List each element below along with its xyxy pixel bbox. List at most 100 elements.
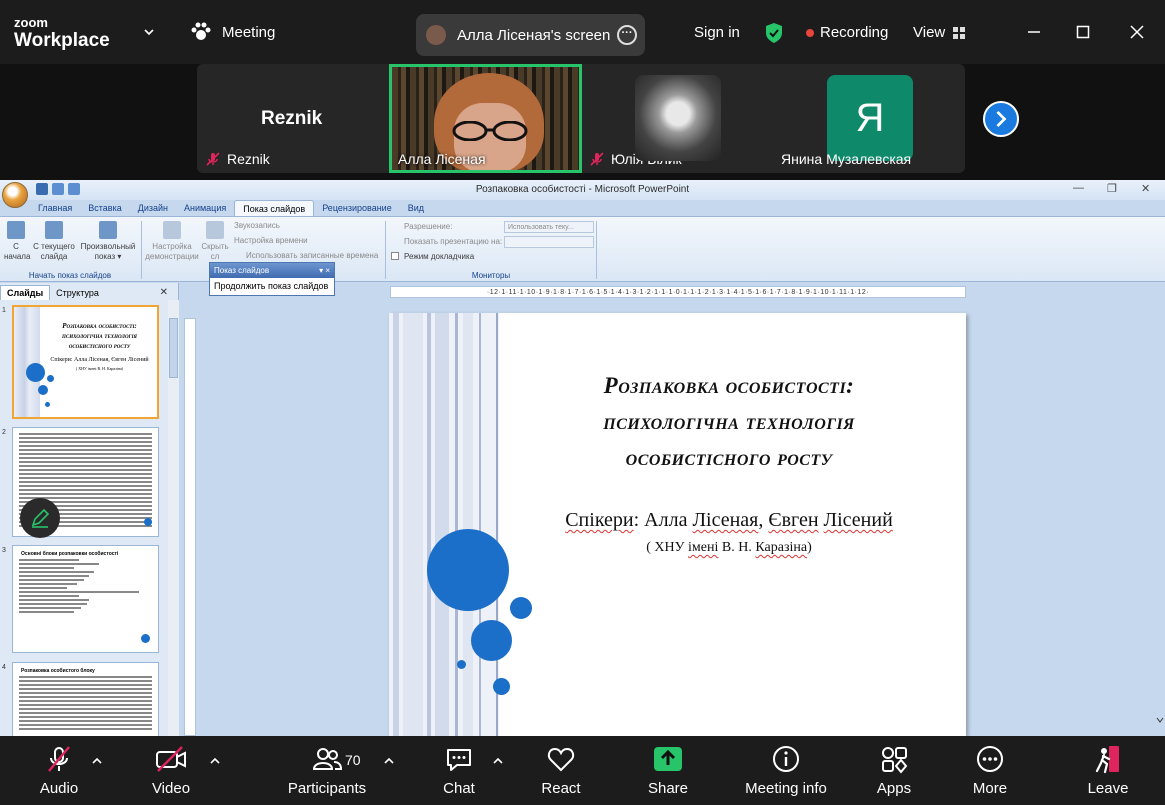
screen-share-pill[interactable]: Алла Лісеная's screen ···: [416, 14, 645, 56]
popup-close-icon[interactable]: ▾ ×: [319, 263, 330, 278]
record-narration-button[interactable]: Звукозапись: [234, 221, 280, 230]
thumb-circle: [45, 402, 50, 407]
tab-design[interactable]: Дизайн: [130, 200, 176, 217]
audio-button[interactable]: Audio: [34, 744, 84, 797]
minimize-icon[interactable]: [1022, 20, 1046, 44]
popup-header: Показ слайдов ▾ ×: [210, 263, 334, 278]
custom-label-1: Произвольный: [80, 242, 136, 251]
pen-icon: [31, 508, 50, 528]
continue-slideshow-link[interactable]: Продолжить показ слайдов: [210, 278, 334, 294]
video-options-caret-icon[interactable]: [209, 756, 221, 766]
office-button-icon[interactable]: [2, 182, 28, 208]
tab-slide-show[interactable]: Показ слайдов: [234, 200, 315, 217]
presenter-avatar: [426, 25, 446, 45]
from-beginning-button[interactable]: С начала: [4, 221, 31, 261]
from-start-label-1: С: [13, 242, 19, 251]
slide-title-line-2: психологічна технологія: [603, 409, 855, 434]
from-start-label-2: начала: [4, 251, 31, 261]
rehearse-timings-button[interactable]: Настройка времени: [234, 236, 308, 245]
hide-slide-button[interactable]: Скрыть сл: [200, 221, 230, 261]
speaker1-lastname: Лісеная: [692, 509, 759, 531]
view-button[interactable]: View: [913, 24, 966, 41]
leave-button[interactable]: Leave: [1086, 744, 1130, 797]
security-shield-icon[interactable]: [764, 22, 784, 44]
chat-options-caret-icon[interactable]: [492, 756, 504, 766]
meeting-info-button[interactable]: Meeting info: [742, 744, 830, 797]
tab-slides[interactable]: Слайды: [0, 285, 51, 300]
next-page-arrow-icon[interactable]: [983, 101, 1019, 137]
ppt-minimize-icon[interactable]: —: [1073, 182, 1084, 194]
thumb-title-line: Розпаковка особистості:: [62, 322, 137, 330]
view-label: View: [913, 24, 946, 41]
vertical-ruler: [184, 318, 196, 736]
slide-canvas[interactable]: Розпаковка особистості: психологічна тех…: [389, 313, 966, 736]
react-button[interactable]: React: [538, 744, 584, 797]
participant-tile-yanina[interactable]: Янина Музалевская: [775, 64, 965, 173]
participant-tile-active-speaker[interactable]: Алла Лісеная: [389, 64, 582, 173]
pane-tabs: Слайды Структура ✕: [0, 283, 178, 300]
presenter-view-checkbox[interactable]: [391, 252, 399, 260]
more-options-icon[interactable]: ···: [617, 25, 637, 45]
ppt-close-icon[interactable]: ✕: [1141, 182, 1150, 195]
decor-circle: [493, 678, 510, 695]
show-on-dropdown[interactable]: [504, 236, 594, 248]
scrollbar-thumb[interactable]: [169, 318, 178, 378]
participant-name: Янина Музалевская: [781, 151, 912, 167]
slides-pane-scrollbar[interactable]: [168, 300, 179, 736]
thumb-speakers: Спікери: Алла Лісеная, Євген Лісений: [50, 357, 149, 363]
zoom-logo: zoom Workplace: [14, 16, 110, 50]
popup-title: Показ слайдов: [214, 266, 270, 275]
from-current-button[interactable]: С текущего слайда: [32, 221, 76, 261]
resolution-dropdown[interactable]: Использовать теку...: [504, 221, 594, 233]
share-button[interactable]: Share: [644, 744, 692, 797]
speakers-text: : Алла: [633, 509, 693, 531]
thumb-circle: [38, 385, 48, 395]
tab-insert[interactable]: Вставка: [80, 200, 129, 217]
info-icon: [773, 746, 799, 772]
video-button[interactable]: Video: [146, 744, 196, 797]
slide-thumbnail-1[interactable]: Розпаковка особистості: психологічна тех…: [12, 305, 159, 419]
tab-review[interactable]: Рецензирование: [314, 200, 400, 217]
chat-icon: [447, 749, 471, 771]
recording-indicator[interactable]: Recording: [806, 24, 888, 41]
tab-outline[interactable]: Структура: [50, 286, 105, 300]
decor-circle-small: [457, 660, 466, 669]
hide-label-2: сл: [210, 251, 220, 261]
slide-thumbnail-4[interactable]: Розпаковка особистого блоку: [12, 662, 159, 736]
participant-name-tag: Reznik: [205, 151, 270, 167]
meeting-button[interactable]: Meeting: [190, 22, 275, 42]
custom-show-button[interactable]: Произвольный показ ▾: [80, 221, 136, 261]
use-timings-checkbox[interactable]: Использовать записанные времена: [246, 251, 378, 260]
logo-line1: zoom: [14, 15, 48, 30]
chevron-down-icon[interactable]: [143, 26, 155, 38]
slide-thumbnail-3[interactable]: Основні блоки розпаковки особистості: [12, 545, 159, 653]
participant-photo: [635, 75, 721, 161]
ribbon: С начала С текущего слайда Произвольный …: [0, 216, 1165, 282]
participant-tile-reznik[interactable]: Reznik Reznik: [197, 64, 389, 173]
decor-circle: [510, 597, 532, 619]
shared-screen-powerpoint: Розпаковка особистості - Microsoft Power…: [0, 180, 1165, 736]
org-part: ): [807, 540, 812, 555]
tab-animation[interactable]: Анимация: [176, 200, 234, 217]
sign-in-link[interactable]: Sign in: [694, 24, 740, 41]
participants-options-caret-icon[interactable]: [383, 756, 395, 766]
more-icon: [977, 746, 1003, 772]
mic-muted-icon: [48, 746, 70, 772]
audio-options-caret-icon[interactable]: [91, 756, 103, 766]
chat-button[interactable]: Chat: [438, 744, 480, 797]
annotate-pen-button[interactable]: [20, 498, 60, 538]
slide-number: 4: [2, 664, 6, 671]
tab-home[interactable]: Главная: [30, 200, 80, 217]
ppt-restore-icon[interactable]: ❐: [1107, 182, 1117, 195]
close-icon[interactable]: [1125, 20, 1149, 44]
maximize-icon[interactable]: [1071, 20, 1095, 44]
share-screen-icon: [654, 747, 682, 771]
more-button[interactable]: More: [970, 744, 1010, 797]
slide-title-line-1: Розпаковка особистості:: [603, 373, 855, 398]
tab-view[interactable]: Вид: [400, 200, 432, 217]
participants-label: Participants: [287, 780, 367, 797]
setup-show-button[interactable]: Настройка демонстрации: [144, 221, 200, 261]
apps-button[interactable]: Apps: [874, 744, 914, 797]
pane-close-icon[interactable]: ✕: [154, 285, 174, 300]
scroll-down-icon[interactable]: [1156, 715, 1164, 727]
